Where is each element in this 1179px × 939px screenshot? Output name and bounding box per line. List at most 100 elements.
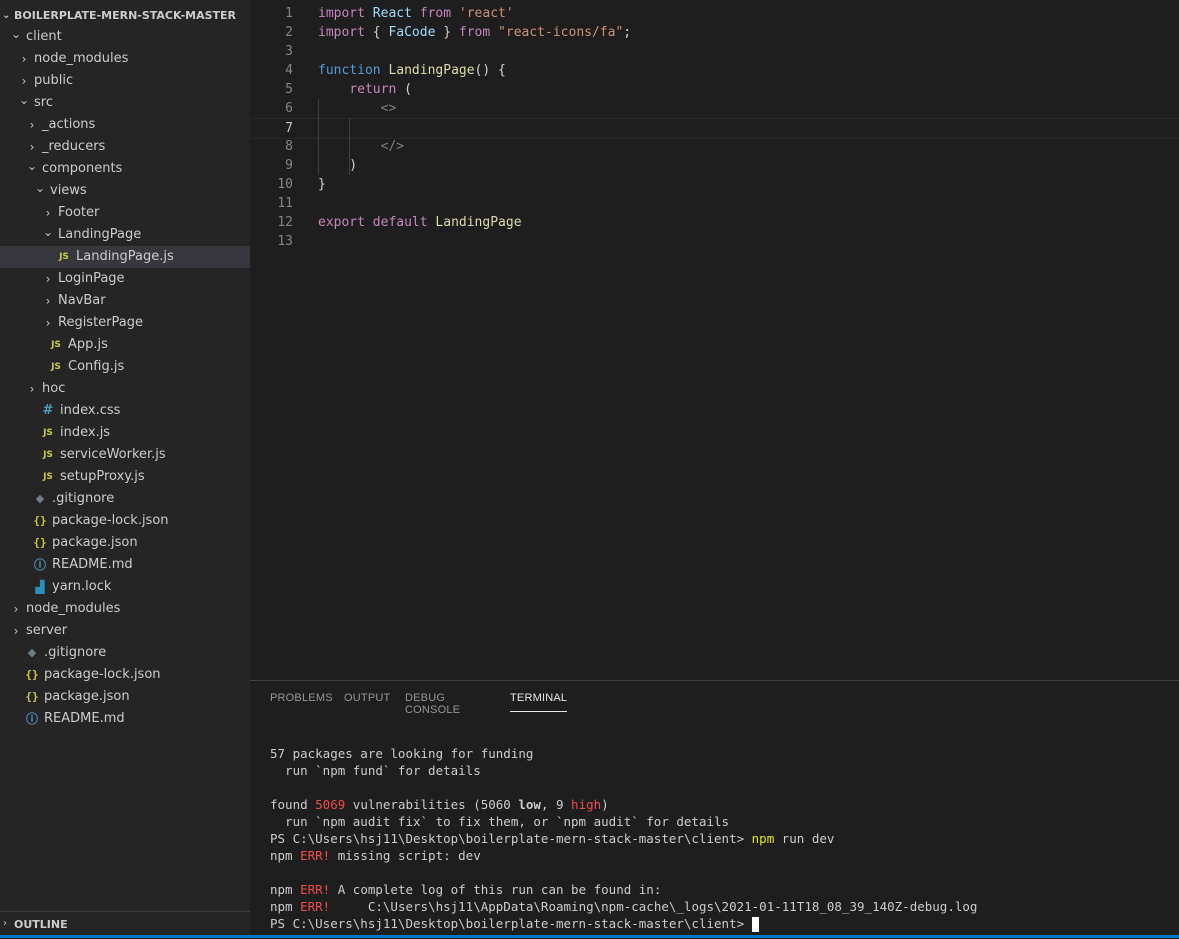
tree-item-label: client [26,29,62,44]
tab-debug-console[interactable]: DEBUG CONSOLE [405,692,460,716]
terminal-line: npm ERR! A complete log of this run can … [270,881,1170,898]
terminal-text: 57 packages are looking for funding [270,746,534,761]
tree-item[interactable]: ⌄ src [0,92,250,114]
code-line: 8 </> [250,137,1179,156]
chevron-right-icon: › [13,624,19,638]
terminal-text: PS C:\Users\hsj11\Desktop\boilerplate-me… [270,831,752,846]
chevron-down-icon: ⌄ [42,225,54,239]
tree-item[interactable]: JS Config.js [0,356,250,378]
code-token: LandingPage [435,215,522,230]
tree-item[interactable]: {} package.json [0,686,250,708]
tree-item-label: NavBar [58,293,106,308]
chevron-right-icon: › [45,316,51,330]
code-token: "react-icons/fa" [498,25,624,40]
tree-item-label: Footer [58,205,100,220]
tree-item[interactable]: # index.css [0,400,250,422]
code-text: } [318,175,326,194]
tree-item[interactable]: {} package.json [0,532,250,554]
tree-item[interactable]: › public [0,70,250,92]
terminal-text: npm [751,831,775,846]
code-line: 3 [250,42,1179,61]
code-text: return ( [318,80,412,99]
line-number: 4 [285,63,293,78]
tree-item[interactable]: JS App.js [0,334,250,356]
tree-item[interactable]: › _actions [0,114,250,136]
tree-item[interactable]: ⓘ README.md [0,708,250,730]
tree-item[interactable]: JS serviceWorker.js [0,444,250,466]
terminal-text: run `npm fund` for details [270,763,481,778]
tree-item[interactable]: ◆ .gitignore [0,642,250,664]
tree-item[interactable]: › RegisterPage [0,312,250,334]
tree-item[interactable]: ◆ .gitignore [0,488,250,510]
tree-item[interactable]: ⌄ client [0,26,250,48]
line-number: 10 [277,177,293,192]
chevron-right-icon: › [29,118,35,132]
code-line: 12 export default LandingPage [250,213,1179,232]
tree-item[interactable]: › LoginPage [0,268,250,290]
code-token: () { [474,63,506,78]
tree-item[interactable]: ⓘ README.md [0,554,250,576]
terminal-text: found [270,797,316,812]
tree-item[interactable]: ▟ yarn.lock [0,576,250,598]
terminal-text: C:\Users\hsj11\AppData\Roaming\npm-cache… [330,899,978,914]
tree-item-label: setupProxy.js [60,469,145,484]
outline-section-header[interactable]: › OUTLINE [0,911,250,938]
terminal-line: run `npm audit fix` to fix them, or `npm… [270,813,1170,830]
tree-item-label: .gitignore [52,491,115,506]
tree-item[interactable]: › Footer [0,202,250,224]
tab-output[interactable]: OUTPUT [344,692,390,704]
git-file-icon: ◆ [27,646,37,659]
tab-terminal[interactable]: TERMINAL [510,692,568,712]
tab-problems[interactable]: PROBLEMS [270,692,333,704]
line-number: 6 [285,101,293,116]
code-editor[interactable]: 1 import React from 'react' 2 import { FaCo… [250,0,1179,680]
code-token: function [318,63,381,78]
js-file-icon: JS [51,362,61,372]
code-token: default [372,215,428,230]
code-token: export [318,215,365,230]
terminal-text: npm [270,848,301,863]
code-text: import React from 'react' [318,4,514,23]
tree-item-label: components [42,161,123,176]
tree-item[interactable]: › hoc [0,378,250,400]
terminal-text: , 9 [540,797,572,812]
chevron-down-icon: ⌄ [10,27,22,41]
code-line: 6 <> [250,99,1179,118]
explorer-section-header[interactable]: ⌄ BOILERPLATE-MERN-STACK-MASTER [0,6,250,26]
tree-item-label: index.css [60,403,121,418]
tree-item[interactable]: JS setupProxy.js [0,466,250,488]
tree-item-label: App.js [68,337,108,352]
chevron-right-icon: › [21,52,27,66]
tree-item-label: serviceWorker.js [60,447,166,462]
code-text: export default LandingPage [318,213,522,232]
tree-item-label: yarn.lock [52,579,112,594]
tree-item[interactable]: › node_modules [0,48,250,70]
yarn-file-icon: ▟ [35,580,45,594]
tree-item[interactable]: JS index.js [0,422,250,444]
terminal-text: run dev [774,831,835,846]
terminal-text: PS C:\Users\hsj11\Desktop\boilerplate-me… [270,916,752,931]
code-token: ) [318,158,358,173]
js-file-icon: JS [51,340,61,350]
tree-item-label: Config.js [68,359,125,374]
tree-item[interactable]: JS LandingPage.js [0,246,250,268]
tree-item[interactable]: {} package-lock.json [0,510,250,532]
code-line: 7 [250,118,1179,139]
tree-item[interactable]: › node_modules [0,598,250,620]
code-line: 13 [250,232,1179,251]
tree-item-label: README.md [52,557,133,572]
terminal-output[interactable]: 57 packages are looking for funding run … [270,745,1170,932]
line-number: 7 [285,121,293,136]
line-number: 1 [285,6,293,21]
tree-item[interactable]: › NavBar [0,290,250,312]
tree-item[interactable]: › server [0,620,250,642]
terminal-text: A complete log of this run can be found … [330,882,662,897]
tree-item[interactable]: {} package-lock.json [0,664,250,686]
chevron-down-icon: ⌄ [18,93,30,107]
terminal-line: npm ERR! C:\Users\hsj11\AppData\Roaming\… [270,898,1170,915]
chevron-right-icon: › [45,294,51,308]
terminal-line: run `npm fund` for details [270,762,1170,779]
tree-item[interactable]: ⌄ LandingPage [0,224,250,246]
tree-item[interactable]: ⌄ views [0,180,250,202]
